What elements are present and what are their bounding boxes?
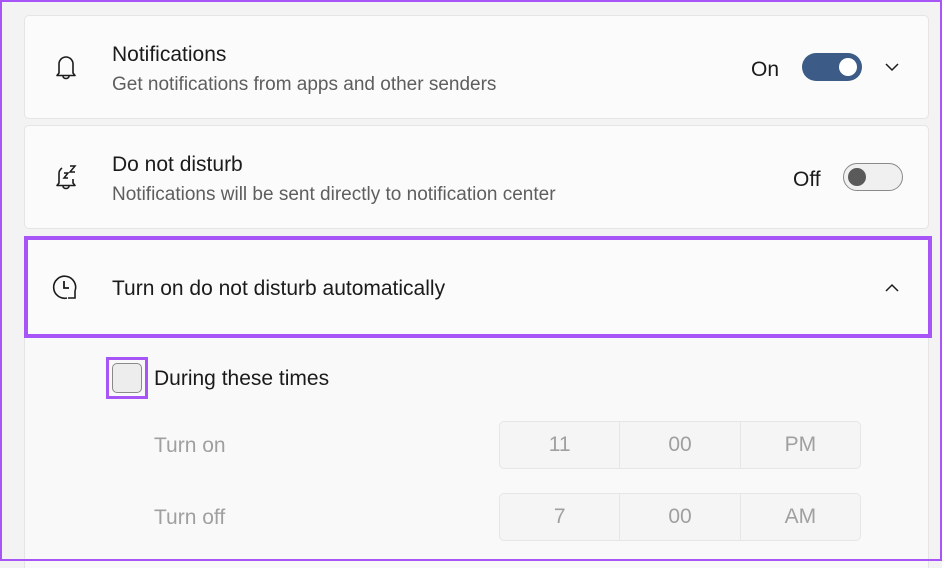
notifications-title: Notifications <box>112 43 227 66</box>
turn-off-period[interactable]: AM <box>741 494 860 540</box>
turn-on-minute[interactable]: 00 <box>620 422 741 468</box>
dnd-title: Do not disturb <box>112 153 243 176</box>
clock-arrow-icon <box>52 275 77 300</box>
turn-off-label: Turn off <box>154 506 226 529</box>
toggle-knob <box>839 58 857 76</box>
notifications-card[interactable] <box>24 15 929 119</box>
turn-on-time-picker[interactable]: 11 00 PM <box>499 421 861 469</box>
turn-on-label: Turn on <box>154 434 226 457</box>
notifications-subtitle: Get notifications from apps and other se… <box>112 74 497 95</box>
toggle-knob <box>848 167 866 186</box>
turn-on-hour[interactable]: 11 <box>500 422 621 468</box>
turn-off-hour[interactable]: 7 <box>500 494 621 540</box>
notifications-state-label: On <box>751 58 780 81</box>
chevron-down-icon[interactable] <box>882 57 902 77</box>
during-these-times-label[interactable]: During these times <box>154 367 329 391</box>
bell-icon <box>56 56 76 80</box>
notifications-toggle[interactable] <box>802 53 862 81</box>
during-these-times-checkbox[interactable] <box>112 363 142 393</box>
auto-dnd-title: Turn on do not disturb automatically <box>112 277 446 300</box>
bell-snooze-icon <box>56 165 77 190</box>
turn-on-period[interactable]: PM <box>741 422 860 468</box>
dnd-subtitle: Notifications will be sent directly to n… <box>112 184 556 205</box>
chevron-up-icon[interactable] <box>882 278 902 298</box>
turn-off-time-picker[interactable]: 7 00 AM <box>499 493 861 541</box>
dnd-state-label: Off <box>793 168 821 191</box>
turn-off-minute[interactable]: 00 <box>620 494 741 540</box>
dnd-toggle[interactable] <box>843 163 903 191</box>
